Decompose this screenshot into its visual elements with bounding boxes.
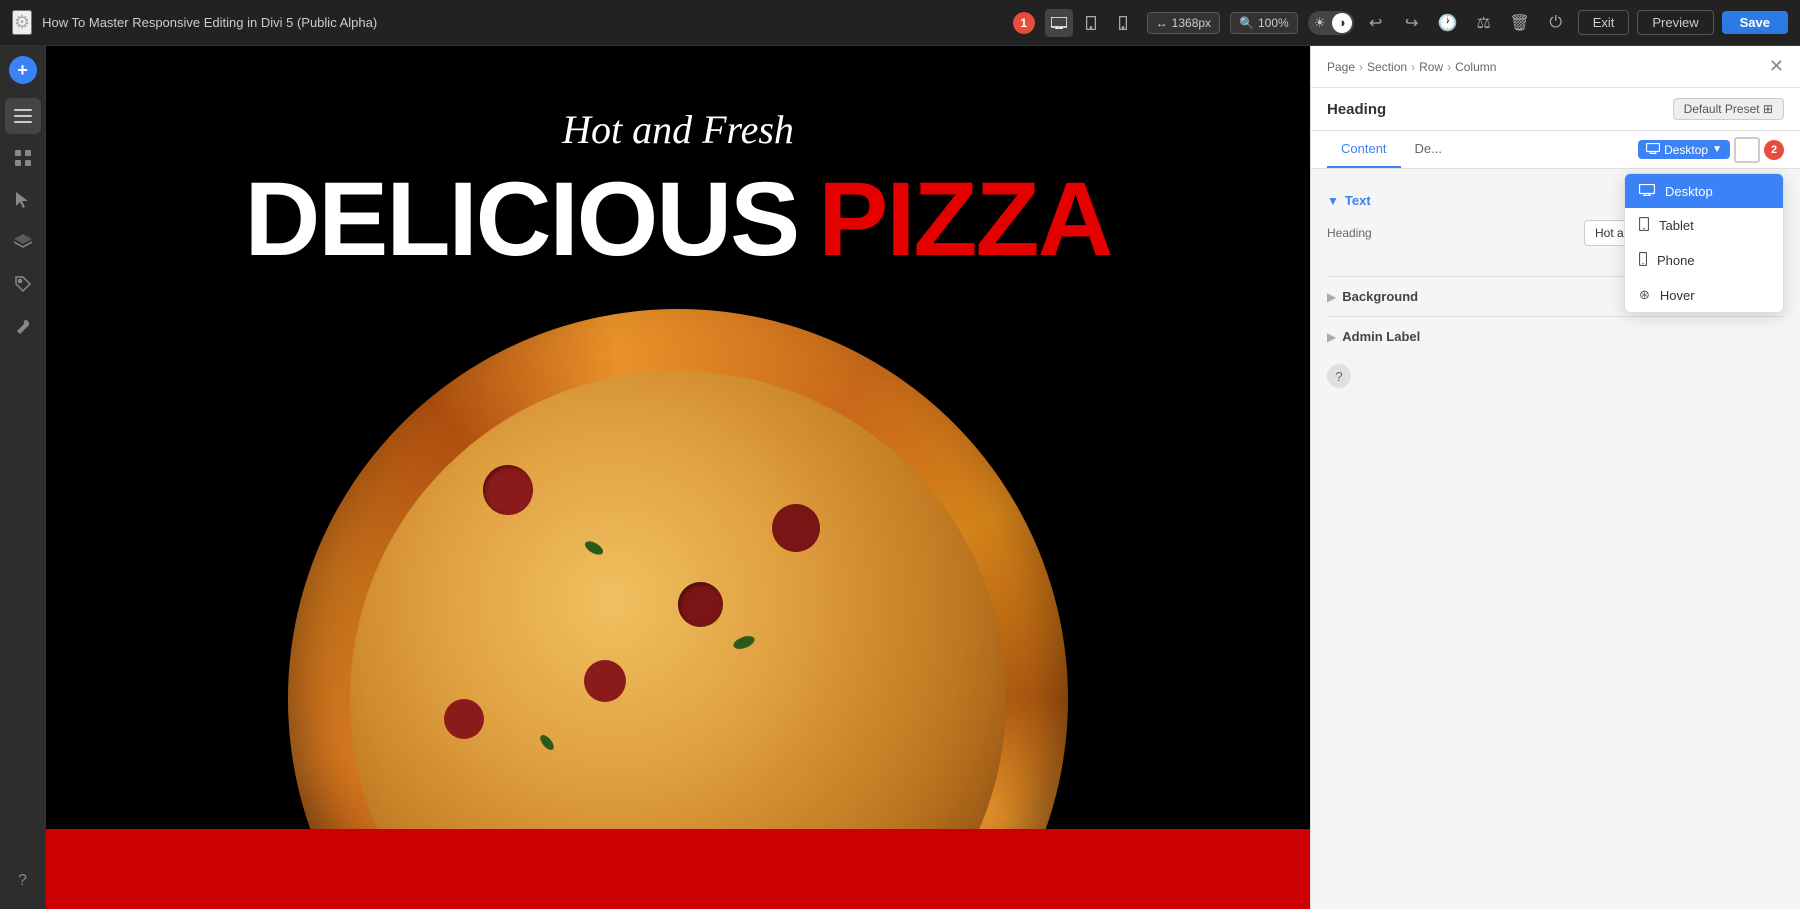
dropdown-desktop-label: Desktop — [1665, 184, 1713, 199]
zoom-value: 100% — [1258, 16, 1289, 30]
canvas-title: DELICIOUS PIZZA — [244, 167, 1111, 272]
device-dropdown-menu: Desktop Tablet Phone ⊛ Hover — [1624, 173, 1784, 313]
sidebar-item-question[interactable]: ? — [5, 863, 41, 899]
desktop-view-btn[interactable] — [1045, 9, 1073, 37]
tab-device-selector: Desktop ▼ 2 — [1638, 137, 1784, 163]
admin-label-section[interactable]: ▶ Admin Label — [1327, 316, 1784, 356]
device-selector — [1045, 9, 1137, 37]
dropdown-hover-option[interactable]: ⊛ Hover — [1625, 278, 1783, 312]
dropdown-arrow: ▼ — [1712, 144, 1722, 155]
sidebar-item-wrench[interactable] — [5, 308, 41, 344]
sidebar-item-layers[interactable] — [5, 98, 41, 134]
dropdown-tablet-option[interactable]: Tablet — [1625, 208, 1783, 243]
background-section-title: Background — [1342, 289, 1418, 304]
canvas-text-area: Hot and Fresh DELICIOUS PIZZA — [46, 106, 1310, 272]
admin-label-expand-arrow: ▶ — [1327, 330, 1336, 344]
panel-header: Page › Section › Row › Column ✕ — [1311, 46, 1800, 88]
desktop-icon-active — [1646, 142, 1660, 157]
main-layout: + ? — [0, 46, 1800, 909]
zoom-icon: 🔍 — [1239, 16, 1254, 30]
tabs-container: Content De... Desktop ▼ 2 — [1311, 131, 1800, 169]
topbar-right: ☀ ◑ ↩ ↪ 🕐 ⚖ 🗑 ⏻ Exit Preview Save — [1308, 9, 1788, 37]
panel-title-label: Heading — [1327, 101, 1386, 118]
breadcrumb-row[interactable]: Row — [1419, 60, 1443, 74]
right-panel: Page › Section › Row › Column ✕ Heading … — [1310, 46, 1800, 909]
canvas-title-red: PIZZA — [818, 167, 1111, 272]
dropdown-desktop-option[interactable]: Desktop — [1625, 174, 1783, 208]
breadcrumb-page[interactable]: Page — [1327, 60, 1355, 74]
heading-field-label: Heading — [1327, 226, 1372, 240]
tab-content[interactable]: Content — [1327, 131, 1401, 168]
history-btn[interactable]: 🕐 — [1434, 9, 1462, 37]
tablet-view-btn[interactable] — [1077, 9, 1105, 37]
page-title: How To Master Responsive Editing in Divi… — [42, 15, 1003, 30]
left-sidebar: + ? — [0, 46, 46, 909]
canvas-size-display[interactable]: ↔ 1368px — [1147, 12, 1220, 34]
phone-menu-icon — [1639, 252, 1647, 269]
dropdown-tablet-label: Tablet — [1659, 218, 1694, 233]
viewport-frame-btn[interactable] — [1734, 137, 1760, 163]
canvas-size-value: 1368px — [1172, 16, 1211, 30]
undo-btn[interactable]: ↩ — [1362, 9, 1390, 37]
text-expand-arrow: ▼ — [1327, 194, 1339, 208]
help-button[interactable]: ? — [1327, 364, 1351, 388]
canvas-area: Hot and Fresh DELICIOUS PIZZA — [46, 46, 1310, 909]
badge-2: 2 — [1764, 140, 1784, 160]
background-expand-arrow: ▶ — [1327, 290, 1336, 304]
panel-close-button[interactable]: ✕ — [1769, 56, 1784, 77]
sidebar-item-layers2[interactable] — [5, 224, 41, 260]
add-module-button[interactable]: + — [9, 56, 37, 84]
breadcrumb-column[interactable]: Column — [1455, 60, 1496, 74]
dropdown-phone-option[interactable]: Phone — [1625, 243, 1783, 278]
device-dropdown-trigger[interactable]: Desktop ▼ — [1638, 140, 1730, 159]
hover-menu-icon: ⊛ — [1639, 287, 1650, 303]
canvas-subtitle: Hot and Fresh — [562, 106, 794, 153]
gear-icon[interactable]: ⚙ — [12, 10, 32, 35]
breadcrumb: Page › Section › Row › Column — [1327, 60, 1496, 74]
theme-toggle[interactable]: ☀ ◑ — [1308, 11, 1354, 35]
tabs-row: Content De... Desktop ▼ 2 — [1311, 131, 1800, 169]
tab-design[interactable]: De... — [1401, 131, 1456, 168]
sun-icon[interactable]: ☀ — [1310, 13, 1330, 33]
redo-btn[interactable]: ↪ — [1398, 9, 1426, 37]
phone-view-btn[interactable] — [1109, 9, 1137, 37]
breadcrumb-sep3: › — [1447, 60, 1451, 74]
desktop-label: Desktop — [1664, 143, 1708, 157]
dropdown-phone-label: Phone — [1657, 253, 1695, 268]
admin-label-section-title: Admin Label — [1342, 329, 1420, 344]
badge-1: 1 — [1013, 12, 1035, 34]
preset-dropdown[interactable]: Default Preset ⊞ — [1673, 98, 1784, 120]
breadcrumb-sep1: › — [1359, 60, 1363, 74]
power-btn[interactable]: ⏻ — [1542, 9, 1570, 37]
canvas-title-white: DELICIOUS — [244, 167, 798, 272]
dropdown-hover-label: Hover — [1660, 288, 1695, 303]
sidebar-item-grid[interactable] — [5, 140, 41, 176]
breadcrumb-sep2: › — [1411, 60, 1415, 74]
text-section-title: Text — [1345, 193, 1371, 208]
save-button[interactable]: Save — [1722, 11, 1788, 34]
sidebar-item-tag[interactable] — [5, 266, 41, 302]
settings-btn[interactable]: ⚖ — [1470, 9, 1498, 37]
breadcrumb-section[interactable]: Section — [1367, 60, 1407, 74]
exit-button[interactable]: Exit — [1578, 10, 1630, 35]
tablet-menu-icon — [1639, 217, 1649, 234]
panel-title-row: Heading Default Preset ⊞ — [1311, 88, 1800, 131]
hero-section: Hot and Fresh DELICIOUS PIZZA — [46, 46, 1310, 909]
moon-icon[interactable]: ◑ — [1332, 13, 1352, 33]
desktop-menu-icon — [1639, 183, 1655, 199]
zoom-display[interactable]: 🔍 100% — [1230, 12, 1298, 34]
sidebar-item-cursor[interactable] — [5, 182, 41, 218]
topbar: ⚙ How To Master Responsive Editing in Di… — [0, 0, 1800, 46]
resize-icon: ↔ — [1156, 16, 1168, 30]
trash-btn[interactable]: 🗑 — [1506, 9, 1534, 37]
preview-button[interactable]: Preview — [1637, 10, 1713, 35]
